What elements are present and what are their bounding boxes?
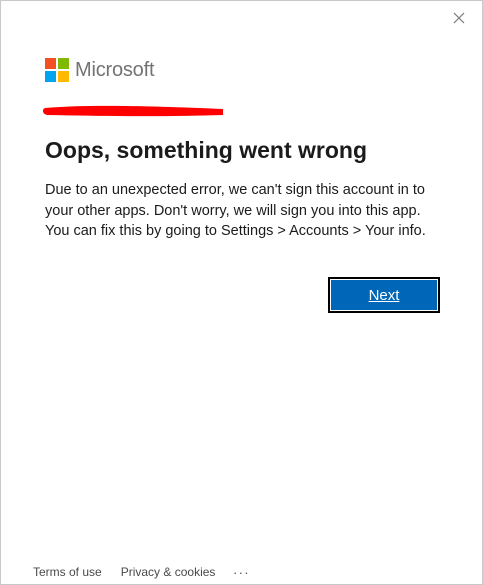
logo-square-red <box>45 58 56 69</box>
more-options-button[interactable]: ... <box>233 562 250 577</box>
redaction-mark <box>42 105 224 117</box>
microsoft-logo: Microsoft <box>45 58 155 82</box>
close-button[interactable] <box>450 9 468 27</box>
privacy-cookies-link[interactable]: Privacy & cookies <box>121 565 216 579</box>
logo-square-green <box>58 58 69 69</box>
error-message: Due to an unexpected error, we can't sig… <box>45 182 426 239</box>
logo-square-blue <box>45 71 56 82</box>
microsoft-logo-icon <box>45 58 69 82</box>
brand-name: Microsoft <box>75 58 155 81</box>
close-icon <box>453 12 465 24</box>
logo-square-yellow <box>58 71 69 82</box>
dialog-window: Microsoft Oops, something went wrong Due… <box>0 0 483 585</box>
next-button[interactable]: Next <box>328 277 440 313</box>
terms-of-use-link[interactable]: Terms of use <box>33 565 102 579</box>
footer: Terms of use Privacy & cookies ... <box>33 562 250 579</box>
error-title: Oops, something went wrong <box>45 137 367 163</box>
